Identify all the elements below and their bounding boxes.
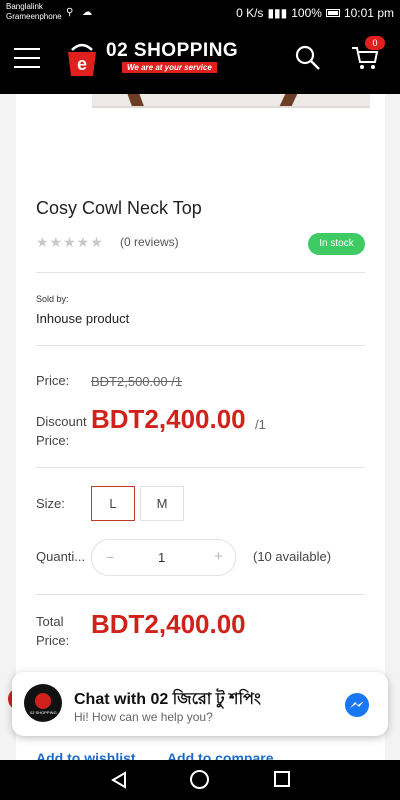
back-icon[interactable] [110,771,128,789]
carrier-2: Grameenphone [6,12,62,21]
divider [36,594,365,595]
cart-count-badge: 0 [365,36,385,50]
quantity-increase-button[interactable]: + [214,548,223,565]
discount-price: BDT2,400.00 [91,404,246,434]
discount-unit: /1 [255,417,266,432]
quantity-decrease-button[interactable]: − [106,549,114,565]
product-image[interactable] [92,94,370,108]
stock-badge: In stock [308,233,365,255]
size-option-m[interactable]: M [140,486,184,521]
divider [36,272,365,273]
brand-tagline: We are at your service [122,62,217,73]
battery-icon [325,9,340,17]
product-title: Cosy Cowl Neck Top [36,198,202,218]
network-speed: 0 K/s [236,6,264,20]
divider [36,345,365,346]
messenger-icon[interactable] [344,692,370,718]
carrier-1: Banglalink [6,2,43,11]
total-label-line2: Price: [36,633,70,648]
brand-name: 02 SHOPPING [106,40,239,61]
clock: 10:01 pm [343,6,394,20]
status-indicators: 0 K/s ▮▮▮ 100% 10:01 pm [236,6,394,20]
total-label-line1: Total [36,614,64,629]
size-option-l[interactable]: L [91,486,135,521]
quantity-value[interactable]: 1 [158,550,165,565]
recent-apps-icon[interactable] [274,771,290,787]
svg-text:e: e [77,54,87,74]
price-label: Price: [36,373,70,388]
review-count[interactable]: (0 reviews) [120,235,179,249]
size-label: Size: [36,496,65,511]
old-price: BDT2,500.00 /1 [91,374,183,389]
status-bar: Banglalink Grameenphone ⚲ ☁ 0 K/s ▮▮▮ 10… [0,0,400,26]
logo-bag-icon: e [68,43,96,76]
signal-icon: ▮▮▮ [267,6,288,20]
system-nav-bar [0,760,400,800]
battery-percent: 100% [291,6,322,20]
chat-popup[interactable]: 02 SHOPPING Chat with 02 জিরো টু শপিং Hi… [12,672,388,736]
chat-subtitle: Hi! How can we help you? [74,710,213,724]
chat-title: Chat with 02 জিরো টু শপিং [74,691,261,708]
sold-by-label: Sold by: [36,294,69,304]
rating-stars: ★★★★★ [36,234,104,250]
menu-icon[interactable] [14,48,40,70]
home-icon[interactable] [190,770,209,789]
brand-logo[interactable]: e 02 SHOPPING We are at your service [62,34,242,86]
divider [36,467,365,468]
carrier-info: Banglalink Grameenphone [6,2,62,22]
sold-by-value: Inhouse product [36,311,130,326]
notification-icons: ⚲ ☁ [66,7,96,18]
chat-avatar: 02 SHOPPING [24,684,62,722]
search-icon[interactable] [294,44,322,72]
quantity-label: Quanti... [36,549,86,564]
app-header: e 02 SHOPPING We are at your service 0 [0,26,400,94]
available-count: (10 available) [253,549,332,564]
total-price: BDT2,400.00 [91,609,246,639]
discount-label-line1: Discount [36,414,87,429]
discount-label-line2: Price: [36,433,70,448]
quantity-stepper: − 1 + [91,539,236,576]
